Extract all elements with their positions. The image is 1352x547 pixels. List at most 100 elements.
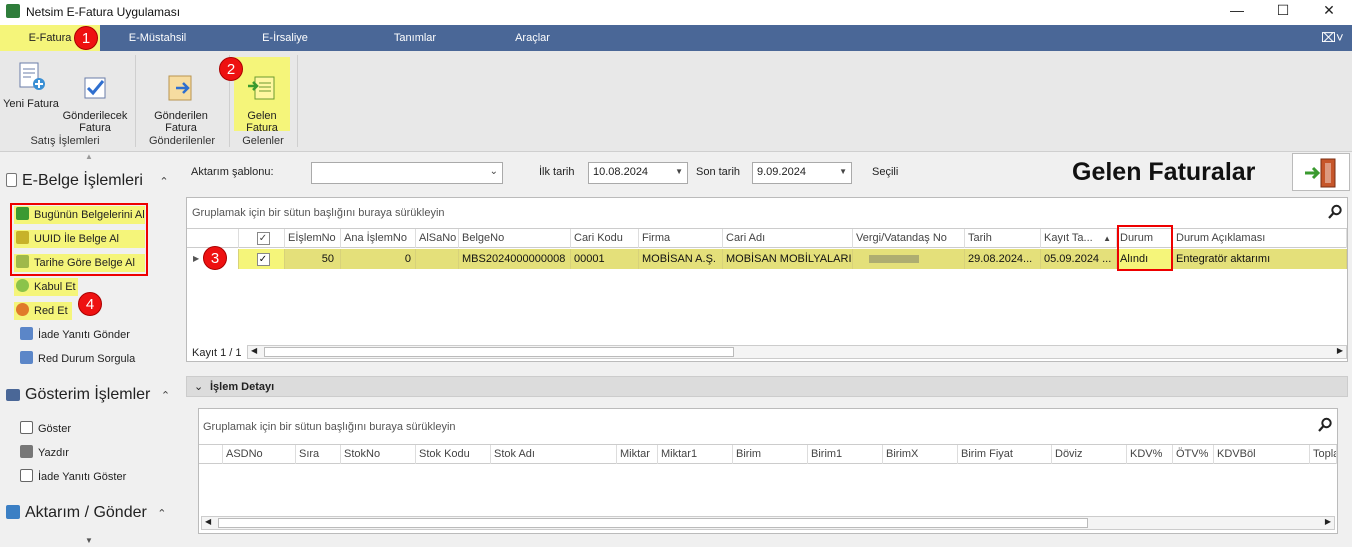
column-header[interactable]: Birim [733,445,808,464]
sidebar-item-iade-yaniti-goster[interactable]: İade Yanıtı Göster [18,468,126,486]
scroll-left-icon[interactable]: ◀ [251,346,257,355]
maximize-icon[interactable]: ☐ [1260,0,1306,22]
column-header[interactable]: StokNo [341,445,416,464]
chevron-down-icon[interactable]: ⌄ [490,166,498,177]
sent-invoice-label: Gönderilen Fatura [154,110,208,134]
sidebar-item-bugunun-belgeleri[interactable]: Bugünün Belgelerini Al [14,206,145,224]
printer-icon [20,445,33,458]
column-header[interactable]: Stok Adı [491,445,617,464]
column-header[interactable]: Ana İşlemNo [341,229,416,248]
collapse-icon[interactable]: ⌃ [161,390,170,402]
scroll-down-icon[interactable]: ▼ [85,536,93,545]
table-row[interactable]: ▶ ✓ 50 0 MBS2024000000008 00001 MOBİSAN … [187,249,1347,269]
aktarim-sablonu-label: Aktarım şablonu: [191,166,274,178]
column-header[interactable]: Miktar [617,445,658,464]
search-icon[interactable] [1327,204,1343,220]
tab-e-mustahsil[interactable]: E-Müstahsil [110,25,205,51]
column-header[interactable]: Topla [1310,445,1337,464]
close-icon[interactable]: ✕ [1306,0,1352,22]
sidebar-item-red-durum-sorgula[interactable]: Red Durum Sorgula [18,350,135,368]
column-header[interactable]: ASDNo [223,445,296,464]
ribbon-options-icon[interactable]: ⌧˅ [1321,30,1344,46]
redacted-value [869,255,919,263]
scroll-right-icon[interactable]: ▶ [1337,346,1343,355]
islem-detayi-header[interactable]: ⌄ İşlem Detayı [186,376,1348,397]
sidebar-item-label: Kabul Et [34,281,76,293]
to-send-invoice-button[interactable]: Gönderilecek Fatura [62,57,128,134]
scroll-up-icon[interactable]: ▲ [85,152,93,161]
scrollbar-thumb[interactable] [218,518,1088,528]
search-icon[interactable] [1317,417,1333,433]
scroll-left-icon[interactable]: ◀ [205,517,211,526]
column-header[interactable]: KDV% [1127,445,1173,464]
collapse-icon[interactable]: ⌃ [157,508,166,520]
column-header[interactable]: Sıra [296,445,341,464]
tab-tanimlar[interactable]: Tanımlar [375,25,455,51]
column-header[interactable]: Miktar1 [658,445,733,464]
reject-icon [16,303,29,316]
sidebar-item-iade-yaniti-gonder[interactable]: İade Yanıtı Gönder [18,326,130,344]
sidebar-item-goster[interactable]: Göster [18,420,71,438]
exit-button[interactable] [1292,153,1350,191]
query-icon [20,351,33,364]
aktarim-sablonu-select[interactable]: ⌄ [311,162,503,184]
scroll-right-icon[interactable]: ▶ [1325,517,1331,526]
sidebar-item-yazdir[interactable]: Yazdır [18,444,69,462]
sidebar-item-uuid-belge[interactable]: UUID İle Belge Al [14,230,145,248]
sidebar-item-tarihe-gore[interactable]: Tarihe Göre Belge Al [14,254,145,272]
column-header[interactable]: Döviz [1052,445,1127,464]
collapse-icon[interactable]: ⌄ [194,380,203,393]
section-aktarim[interactable]: Aktarım / Gönder ⌃ [6,504,167,522]
ribbon-separator [297,55,298,147]
column-header[interactable]: BelgeNo [459,229,571,248]
column-header[interactable]: ÖTV% [1173,445,1214,464]
section-ebelge[interactable]: E-Belge İşlemleri ⌃ [6,172,169,190]
checkbox-icon[interactable]: ✓ [256,232,270,245]
column-header[interactable]: Birim Fiyat [958,445,1052,464]
column-header[interactable]: Cari Adı [723,229,853,248]
cell-tarih: 29.08.2024... [965,249,1041,269]
ilk-tarih-input[interactable]: 10.08.2024 ▼ [588,162,688,184]
tab-araclar[interactable]: Araçlar [495,25,570,51]
column-header[interactable]: Firma [639,229,723,248]
section-gosterim[interactable]: Gösterim İşlemler ⌃ [6,386,170,404]
column-header[interactable]: EİşlemNo [285,229,341,248]
dropdown-arrow-icon[interactable]: ▼ [839,167,847,176]
column-header[interactable]: KDVBöl [1214,445,1310,464]
sidebar-item-label: Bugünün Belgelerini Al [34,209,145,221]
son-tarih-input[interactable]: 9.09.2024 ▼ [752,162,852,184]
minimize-icon[interactable]: — [1214,0,1260,22]
sidebar-item-red-et[interactable]: Red Et [14,302,72,320]
incoming-invoices-grid: Gruplamak için bir sütun başlığını buray… [186,197,1348,362]
header-select-all[interactable]: ✓ [239,229,285,248]
tab-e-irsaliye[interactable]: E-İrsaliye [240,25,330,51]
column-header[interactable]: Birim1 [808,445,883,464]
checkbox-icon[interactable]: ✓ [256,253,270,266]
column-header[interactable]: Cari Kodu [571,229,639,248]
column-header[interactable]: AlSaNo [416,229,459,248]
search-document-icon [20,469,33,482]
scrollbar-thumb[interactable] [264,347,734,357]
horizontal-scrollbar[interactable]: ◀ ▶ [247,345,1347,359]
new-invoice-label: Yeni Fatura [3,98,59,110]
sidebar-item-kabul-et[interactable]: Kabul Et [14,278,78,296]
section-gosterim-label: Gösterim İşlemler [25,386,151,403]
column-header[interactable]: Kayıt Ta... ▲ [1041,229,1117,248]
cell-vergi-no [853,249,965,269]
dropdown-arrow-icon[interactable]: ▼ [675,167,683,176]
column-header[interactable]: Stok Kodu [416,445,491,464]
collapse-icon[interactable]: ⌃ [159,176,168,188]
section-ebelge-label: E-Belge İşlemleri [22,172,143,189]
column-header[interactable]: BirimX [883,445,958,464]
column-header[interactable]: Tarih [965,229,1041,248]
row-select-cell[interactable]: ✓ [239,249,285,269]
column-header[interactable]: Vergi/Vatandaş No [853,229,965,248]
column-header[interactable]: Durum Açıklaması [1173,229,1347,248]
header-indicator [199,445,223,464]
sent-invoice-button[interactable]: Gönderilen Fatura [148,57,214,134]
new-invoice-button[interactable]: Yeni Fatura [2,57,60,127]
document-arrow-icon [16,231,29,244]
sidebar-item-label: Red Durum Sorgula [38,353,136,365]
horizontal-scrollbar[interactable]: ◀ ▶ [201,516,1335,530]
sidebar-item-label: Göster [38,423,72,435]
